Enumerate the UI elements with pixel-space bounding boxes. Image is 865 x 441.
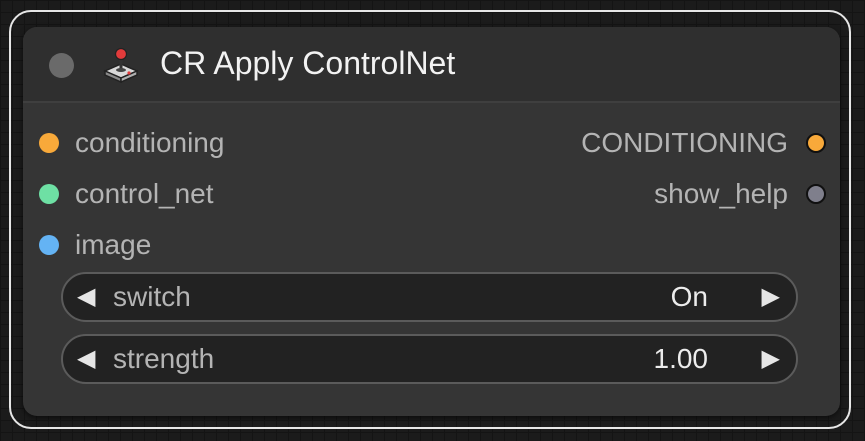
strength-widget-name: strength: [113, 343, 215, 374]
node-title: CR Apply ControlNet: [160, 45, 456, 81]
switch-increment-arrow-icon[interactable]: ▶: [762, 274, 780, 320]
joystick-icon: [103, 47, 139, 83]
collapse-toggle-icon[interactable]: [49, 53, 74, 78]
switch-widget-value[interactable]: On: [671, 274, 708, 320]
widget-strength[interactable]: ◀ strength 1.00 ▶: [61, 334, 798, 384]
widget-switch[interactable]: ◀ switch On ▶: [61, 272, 798, 322]
output-slot-show-help[interactable]: show_help: [526, 179, 826, 209]
output-slot-conditioning[interactable]: CONDITIONING: [526, 128, 826, 158]
input-dot-image[interactable]: [39, 235, 59, 255]
switch-decrement-arrow-icon[interactable]: ◀: [77, 274, 95, 320]
input-dot-conditioning[interactable]: [39, 133, 59, 153]
output-label-conditioning: CONDITIONING: [581, 127, 788, 158]
node-title-bar[interactable]: CR Apply ControlNet: [23, 27, 840, 103]
output-label-show-help: show_help: [654, 178, 788, 209]
output-dot-conditioning[interactable]: [806, 133, 826, 153]
node-cr-apply-controlnet[interactable]: CR Apply ControlNet conditioning control…: [23, 27, 840, 416]
strength-widget-value[interactable]: 1.00: [654, 336, 709, 382]
switch-widget-name: switch: [113, 281, 191, 312]
input-dot-control-net[interactable]: [39, 184, 59, 204]
output-dot-show-help[interactable]: [806, 184, 826, 204]
input-label-control-net: control_net: [75, 178, 214, 209]
strength-decrement-arrow-icon[interactable]: ◀: [77, 336, 95, 382]
input-label-conditioning: conditioning: [75, 127, 225, 158]
strength-increment-arrow-icon[interactable]: ▶: [762, 336, 780, 382]
input-label-image: image: [75, 229, 152, 260]
